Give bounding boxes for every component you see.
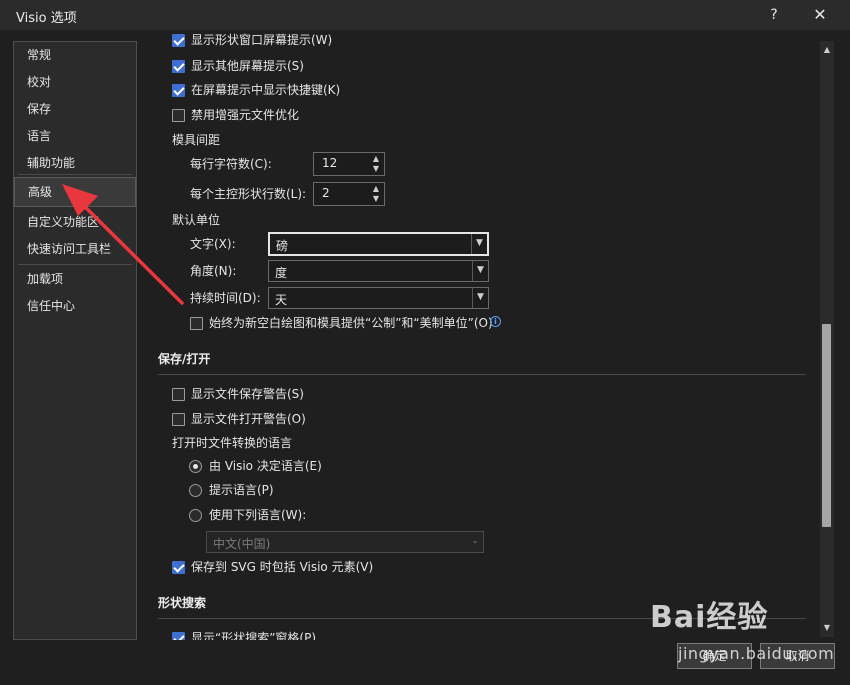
- sidebar-item-language[interactable]: 语言: [14, 123, 136, 149]
- section-divider: [158, 374, 806, 375]
- chars-per-row-spinner[interactable]: 12 ▲ ▼: [313, 152, 385, 176]
- info-icon[interactable]: i: [490, 316, 501, 327]
- sidebar-item-save[interactable]: 保存: [14, 96, 136, 122]
- include-visio-elements-label: 保存到 SVG 时包括 Visio 元素(V): [191, 560, 374, 574]
- sidebar-item-addins[interactable]: 加载项: [14, 266, 136, 292]
- show-shape-tips-label: 显示形状窗口屏幕提示(W): [191, 33, 333, 47]
- visio-decides-label: 由 Visio 决定语言(E): [209, 459, 322, 473]
- sidebar-divider: [18, 174, 132, 175]
- show-shape-tips-checkbox[interactable]: [172, 34, 185, 47]
- stencil-spacing-label: 模具间距: [172, 133, 221, 147]
- show-shape-search-checkbox[interactable]: [172, 632, 185, 640]
- title-bar: Visio 选项 ? ✕: [0, 0, 850, 30]
- sidebar-divider: [18, 264, 132, 265]
- sidebar: 常规 校对 保存 语言 辅助功能 高级 自定义功能区 快速访问工具栏 加载项 信…: [13, 41, 137, 640]
- show-save-warning-checkbox[interactable]: [172, 388, 185, 401]
- show-save-warning-label: 显示文件保存警告(S): [191, 387, 304, 401]
- sidebar-item-advanced[interactable]: 高级: [14, 177, 136, 207]
- conversion-language-label: 打开时文件转换的语言: [172, 436, 293, 450]
- chevron-down-icon[interactable]: ▼: [472, 288, 488, 308]
- chars-per-row-label: 每行字符数(C):: [190, 157, 272, 171]
- window-title: Visio 选项: [16, 11, 77, 26]
- always-provide-units-checkbox[interactable]: [190, 317, 203, 330]
- always-provide-units-label: 始终为新空白绘图和模具提供“公制”和“美制单位”(O): [209, 316, 493, 330]
- show-open-warning-label: 显示文件打开警告(O): [191, 412, 306, 426]
- duration-unit-value: 天: [275, 293, 288, 307]
- options-content: 显示形状窗口屏幕提示(W) 显示其他屏幕提示(S) 在屏幕提示中显示快捷键(K)…: [148, 32, 820, 640]
- watermark-brand: Bai经验: [650, 600, 769, 635]
- spinner-arrows-icon[interactable]: ▲ ▼: [370, 154, 382, 174]
- save-open-heading: 保存/打开: [158, 352, 211, 366]
- master-rows-value: 2: [322, 186, 330, 200]
- use-language-radio[interactable]: [189, 509, 202, 522]
- close-button[interactable]: ✕: [806, 3, 834, 27]
- duration-unit-label: 持续时间(D):: [190, 291, 261, 305]
- sidebar-item-proofing[interactable]: 校对: [14, 69, 136, 95]
- vertical-scrollbar[interactable]: ▲ ▼: [820, 41, 834, 637]
- chevron-down-icon[interactable]: ▼: [471, 234, 487, 254]
- language-value: 中文(中国): [213, 537, 271, 551]
- chevron-down-icon: ⌄: [471, 536, 479, 546]
- default-units-label: 默认单位: [172, 213, 221, 227]
- master-rows-spinner[interactable]: 2 ▲ ▼: [313, 182, 385, 206]
- spinner-arrows-icon[interactable]: ▲ ▼: [370, 184, 382, 204]
- help-button[interactable]: ?: [762, 3, 786, 27]
- duration-unit-dropdown[interactable]: 天 ▼: [268, 287, 489, 309]
- text-unit-value: 磅: [276, 239, 289, 253]
- angle-unit-dropdown[interactable]: 度 ▼: [268, 260, 489, 282]
- text-unit-label: 文字(X):: [190, 237, 236, 251]
- angle-unit-label: 角度(N):: [190, 264, 237, 278]
- chevron-down-icon[interactable]: ▼: [472, 261, 488, 281]
- sidebar-item-accessibility[interactable]: 辅助功能: [14, 150, 136, 176]
- show-other-tips-label: 显示其他屏幕提示(S): [191, 59, 304, 73]
- angle-unit-value: 度: [275, 266, 288, 280]
- include-visio-elements-checkbox[interactable]: [172, 561, 185, 574]
- language-dropdown: 中文(中国) ⌄: [206, 531, 484, 553]
- chars-per-row-value: 12: [322, 156, 338, 170]
- watermark-url: jingyan.baidu.com: [678, 644, 835, 663]
- scroll-up-icon[interactable]: ▲: [820, 43, 834, 57]
- scroll-down-icon[interactable]: ▼: [820, 621, 834, 635]
- disable-emf-label: 禁用增强元文件优化: [191, 108, 300, 122]
- scrollbar-thumb[interactable]: [822, 324, 831, 527]
- show-open-warning-checkbox[interactable]: [172, 413, 185, 426]
- sidebar-item-customize-ribbon[interactable]: 自定义功能区: [14, 209, 136, 235]
- master-rows-label: 每个主控形状行数(L):: [190, 187, 307, 201]
- shape-search-heading: 形状搜索: [158, 596, 207, 610]
- visio-decides-radio[interactable]: [189, 460, 202, 473]
- show-shortcut-keys-label: 在屏幕提示中显示快捷键(K): [191, 83, 341, 97]
- sidebar-item-quick-access[interactable]: 快速访问工具栏: [14, 236, 136, 262]
- sidebar-item-general[interactable]: 常规: [14, 42, 136, 68]
- prompt-language-radio[interactable]: [189, 484, 202, 497]
- disable-emf-checkbox[interactable]: [172, 109, 185, 122]
- show-shape-search-label: 显示“形状搜索”窗格(P): [191, 631, 317, 640]
- prompt-language-label: 提示语言(P): [209, 483, 274, 497]
- baidu-watermark: Bai经验 jingyan.baidu.com: [650, 592, 834, 668]
- show-other-tips-checkbox[interactable]: [172, 60, 185, 73]
- sidebar-item-trust-center[interactable]: 信任中心: [14, 293, 136, 319]
- show-shortcut-keys-checkbox[interactable]: [172, 84, 185, 97]
- text-unit-dropdown[interactable]: 磅 ▼: [268, 232, 489, 256]
- use-language-label: 使用下列语言(W):: [209, 508, 307, 522]
